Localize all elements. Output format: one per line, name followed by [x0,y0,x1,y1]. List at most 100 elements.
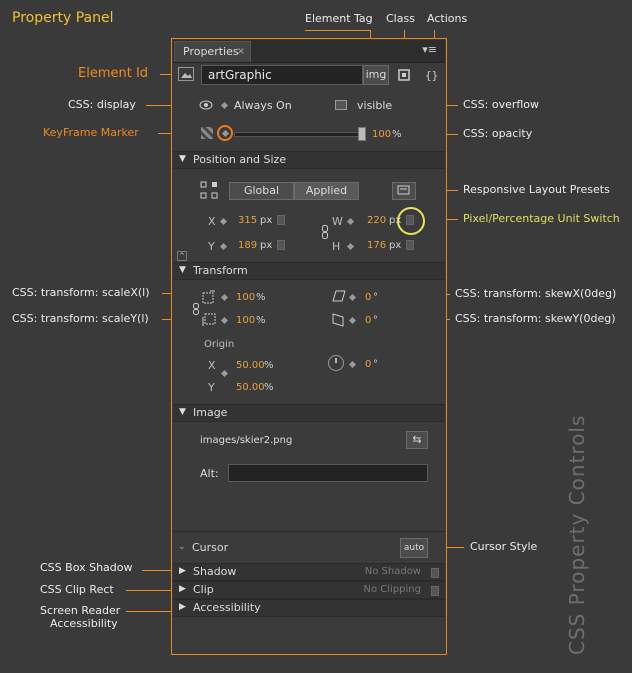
class-icon[interactable] [398,69,412,83]
skewy-value[interactable]: 0 [365,315,371,326]
h-label: H [332,240,341,253]
keyframe-diamond-icon[interactable] [348,293,357,302]
section-shadow[interactable]: ▶ Shadow No Shadow [173,563,445,581]
tab-properties[interactable]: Properties × [174,41,251,62]
h-unit: px [389,240,402,251]
rotate-unit: ° [373,359,378,370]
keyframe-diamond-icon[interactable] [220,293,229,302]
section-position-size[interactable]: ▼ Position and Size [173,151,445,169]
rotate-value[interactable]: 0 [365,359,371,370]
section-image[interactable]: ▼ Image [173,404,445,422]
anno-screen-reader-1: Screen Reader [40,604,121,617]
cursor-dropdown[interactable]: auto [400,538,428,558]
anno-cursor-style: Cursor Style [470,540,538,553]
opacity-value[interactable]: 100 [372,129,391,140]
keyframe-diamond-icon[interactable] [348,316,357,325]
unit-switch[interactable] [406,240,414,250]
keyframe-diamond-icon[interactable] [220,316,229,325]
opacity-slider-track[interactable] [234,132,364,137]
keyframe-diamond-icon[interactable] [348,360,357,369]
h-value[interactable]: 176 [367,240,386,251]
section-clip[interactable]: ▶ Clip No Clipping [173,581,445,599]
tab-label: Properties [183,45,239,58]
x-value[interactable]: 315 [238,215,257,226]
responsive-presets-button[interactable] [392,182,416,200]
skew-x-icon [332,290,346,302]
shadow-toggle[interactable] [431,568,439,578]
section-label: Transform [193,264,248,277]
origin-x-value[interactable]: 50.00 [236,360,265,371]
section-accessibility[interactable]: ▶ Accessibility [173,599,445,617]
scalex-unit: % [256,292,266,303]
skewx-unit: ° [373,292,378,303]
alt-input[interactable] [228,464,428,482]
anno-element-tag: Element Tag [305,12,373,25]
clip-toggle[interactable] [431,586,439,596]
actions-icon[interactable]: {} [424,67,442,83]
swap-image-button[interactable]: ⇆ [406,431,428,449]
panel-menu-icon[interactable]: ▾≡ [422,43,437,56]
side-title: CSS Property Controls [565,414,589,655]
overflow-dropdown[interactable]: visible [357,99,392,112]
keyframe-diamond-icon[interactable] [219,242,228,251]
section-label: Clip [193,583,214,596]
anchor-icon[interactable] [200,181,218,199]
collapse-icon[interactable]: ^ [177,251,187,261]
link-chain-icon[interactable] [193,303,199,315]
anno-actions: Actions [427,12,468,25]
origin-y-value[interactable]: 50.00 [236,382,265,393]
expand-arrow-icon: ▶ [179,584,186,594]
keyframe-diamond-icon[interactable] [346,217,355,226]
keyframe-diamond-icon[interactable] [220,369,229,378]
anno-css-skewy: CSS: transform: skewY(0deg) [455,312,616,325]
expand-arrow-icon: ▼ [179,265,186,275]
anno-class: Class [386,12,415,25]
expand-arrow-icon: ▶ [179,602,186,612]
keyframe-diamond-icon[interactable] [346,242,355,251]
link-chain-icon[interactable] [322,225,328,239]
keyframe-diamond-icon[interactable] [220,101,229,110]
scale-y-icon [202,313,216,327]
w-value[interactable]: 220 [367,215,386,226]
anno-css-scaley: CSS: transform: scaleY(l) [12,312,149,325]
scalex-value[interactable]: 100 [236,292,255,303]
anno-css-box-shadow: CSS Box Shadow [40,561,133,574]
section-transform[interactable]: ▼ Transform [173,262,445,280]
panel-tab-bar: Properties × ▾≡ [173,40,445,63]
section-label: Shadow [193,565,237,578]
skewy-unit: ° [373,315,378,326]
applied-toggle[interactable]: Applied [294,182,359,200]
anno-screen-reader-2: Accessibility [50,617,118,630]
keyframe-diamond-icon[interactable] [219,217,228,226]
w-label: W [332,215,343,228]
unit-switch[interactable] [277,215,285,225]
x-label: X [208,215,216,228]
origin-y-unit: % [264,382,274,393]
close-icon[interactable]: × [237,42,245,62]
anno-keyframe-marker: KeyFrame Marker [43,126,139,139]
display-dropdown[interactable]: Always On [234,99,292,112]
unit-switch[interactable] [277,240,285,250]
skewx-value[interactable]: 0 [365,292,371,303]
rotate-dial-icon[interactable] [328,355,344,371]
scaley-value[interactable]: 100 [236,315,255,326]
image-element-icon [178,67,194,81]
expand-arrow-icon: ▶ [179,566,186,576]
anno-responsive-presets: Responsive Layout Presets [463,183,610,196]
unit-switch-highlight [397,207,425,235]
element-id-input[interactable]: artGraphic [201,65,363,85]
opacity-slider-handle[interactable] [358,127,366,141]
anno-line [305,30,370,31]
svg-text:{}: {} [425,69,438,82]
section-label: Image [193,406,228,419]
anno-css-opacity: CSS: opacity [463,127,533,140]
y-label: Y [208,240,215,253]
expand-arrow-icon: ▼ [179,154,186,164]
x-unit: px [260,215,273,226]
global-toggle[interactable]: Global [229,182,294,200]
y-value[interactable]: 189 [238,240,257,251]
origin-x-label: X [208,359,216,372]
scale-x-icon [202,290,216,304]
element-tag-dropdown[interactable]: img [363,65,389,85]
skew-y-icon [332,313,344,327]
